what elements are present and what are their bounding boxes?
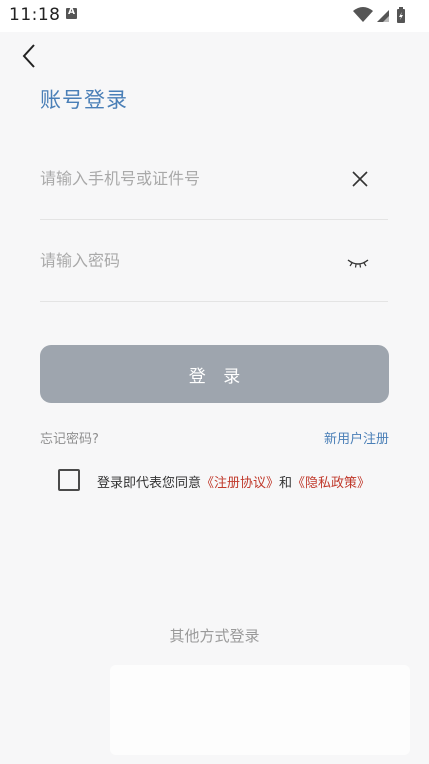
battery-icon: [397, 7, 405, 23]
page-title: 账号登录: [40, 88, 128, 112]
terms-link[interactable]: 《注册协议》: [201, 476, 279, 491]
agreement-text: 登录即代表您同意《注册协议》和《隐私政策》: [97, 472, 370, 491]
status-time: 11:18: [9, 5, 61, 25]
password-input[interactable]: [40, 246, 340, 274]
login-button[interactable]: 登 录: [40, 345, 389, 403]
agreement-conjunction: 和: [279, 476, 293, 491]
back-arrow-icon: [22, 44, 35, 68]
agreement-checkbox[interactable]: [58, 469, 80, 491]
wifi-icon: [353, 7, 373, 22]
account-field: [40, 162, 388, 220]
notification-app-letter: A: [68, 7, 75, 17]
privacy-link[interactable]: 《隐私政策》: [292, 476, 370, 491]
other-login-label: 其他方式登录: [169, 627, 260, 645]
forgot-password-link[interactable]: 忘记密码?: [40, 428, 99, 447]
notification-app-icon: A: [66, 7, 77, 19]
eye-closed-icon[interactable]: [347, 256, 369, 270]
agreement-prefix: 登录即代表您同意: [97, 476, 202, 491]
register-link[interactable]: 新用户注册: [324, 428, 389, 447]
close-icon[interactable]: [351, 170, 369, 188]
status-icons: [353, 7, 405, 23]
signal-icon: [377, 10, 389, 22]
back-button[interactable]: [18, 42, 42, 70]
other-login-options: [110, 665, 410, 755]
status-bar: 11:18 A: [0, 0, 429, 32]
account-input[interactable]: [40, 164, 340, 192]
password-field: [40, 244, 388, 302]
